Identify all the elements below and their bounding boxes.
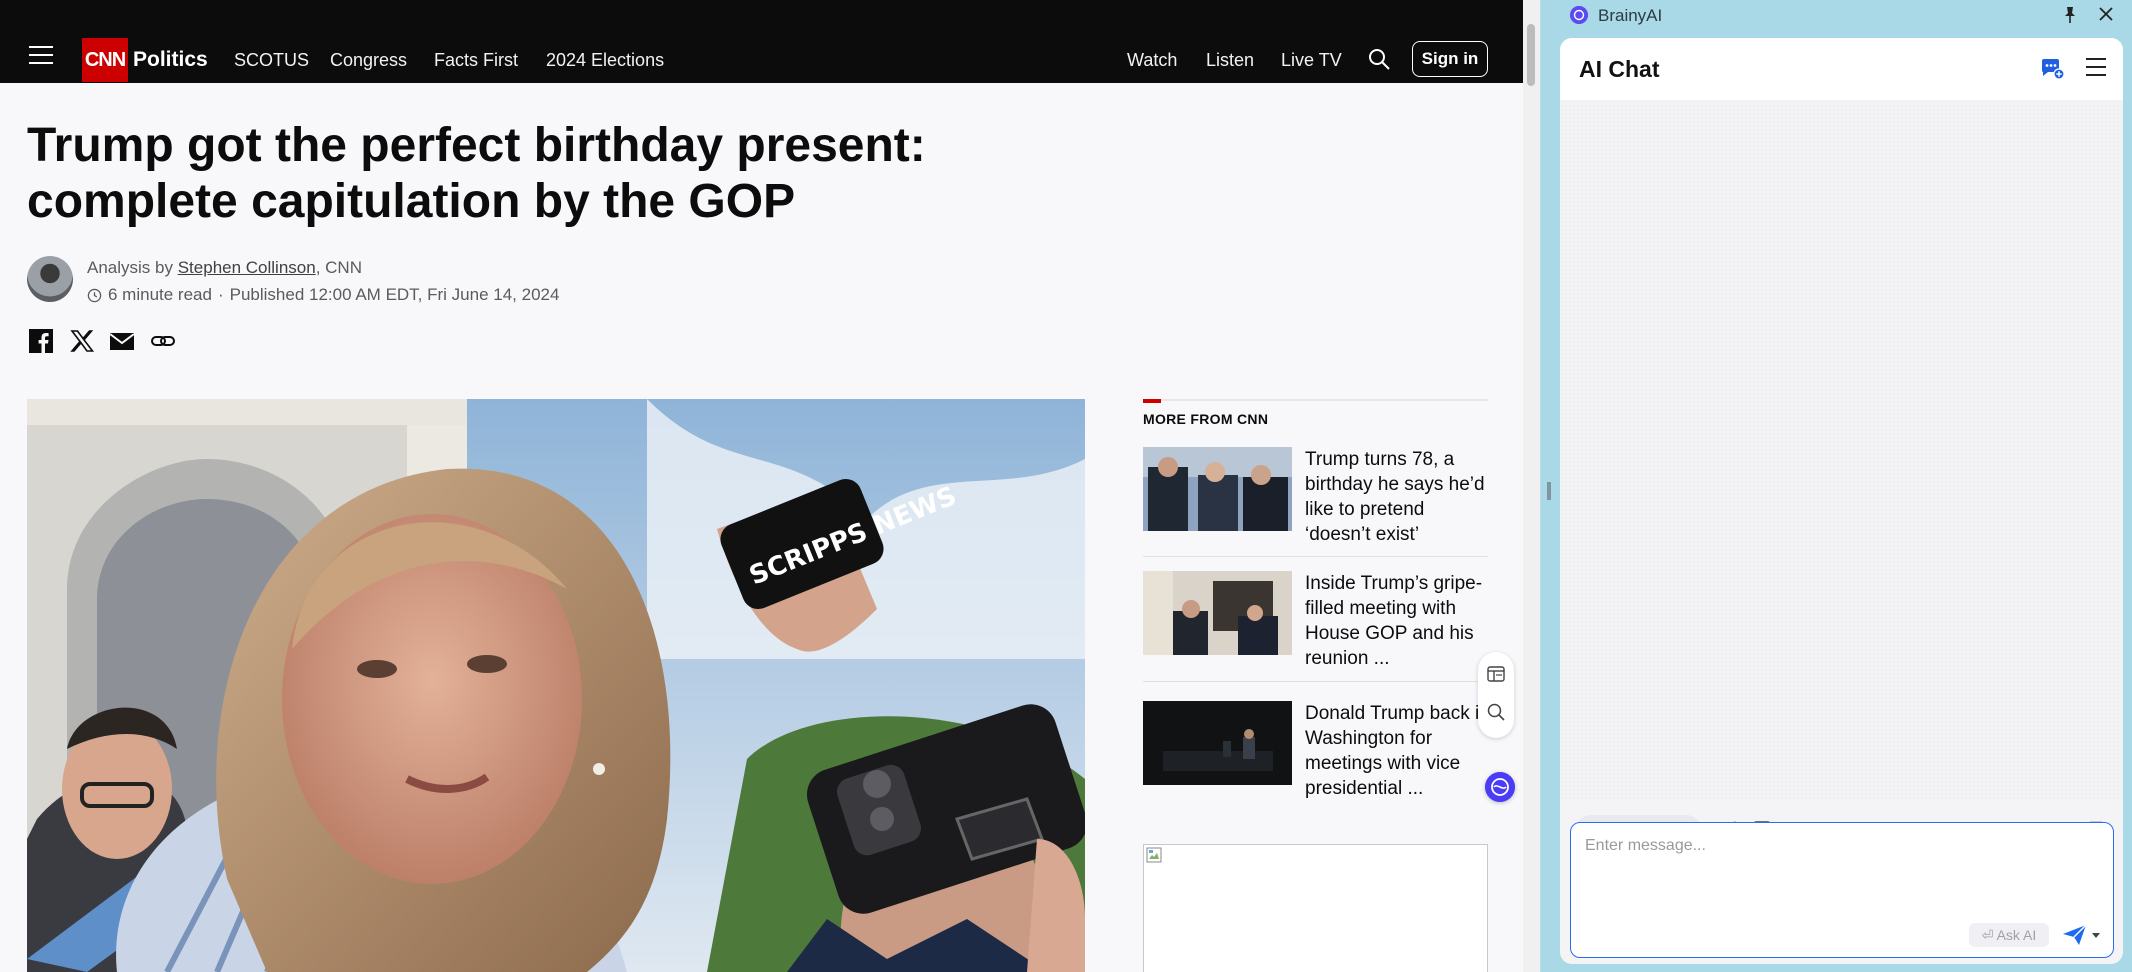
page-scrollbar[interactable] xyxy=(1523,0,1540,972)
article-meta: 6 minute read · Published 12:00 AM EDT, … xyxy=(87,285,559,305)
message-input[interactable] xyxy=(1585,837,2095,897)
more-from-divider xyxy=(1143,399,1488,401)
story-item[interactable]: Inside Trump’s gripe-filled meeting with… xyxy=(1143,571,1488,681)
chat-header: AI Chat xyxy=(1560,38,2123,100)
story-thumbnail[interactable] xyxy=(1143,701,1292,785)
panel-menu-icon[interactable] xyxy=(2086,58,2106,76)
new-chat-icon[interactable] xyxy=(2039,57,2065,81)
cnn-logo[interactable]: CNN xyxy=(82,38,128,82)
email-icon[interactable] xyxy=(109,328,135,354)
send-options-chevron-icon[interactable] xyxy=(2091,931,2101,939)
nav-link-scotus[interactable]: SCOTUS xyxy=(234,50,309,70)
nav-link-facts-first[interactable]: Facts First xyxy=(434,50,518,70)
story-separator xyxy=(1143,681,1488,682)
meta-separator: · xyxy=(217,285,224,304)
facebook-icon[interactable] xyxy=(28,328,54,354)
nav-link-live-tv[interactable]: Live TV xyxy=(1281,50,1342,70)
ad-placeholder[interactable] xyxy=(1143,844,1488,972)
clock-icon xyxy=(87,288,102,302)
read-time: 6 minute read xyxy=(108,285,212,304)
sign-in-button[interactable]: Sign in xyxy=(1412,41,1488,77)
close-icon[interactable] xyxy=(2098,6,2114,22)
byline-outlet: , CNN xyxy=(315,258,362,277)
cnn-page: CNN Politics SCOTUS Congress Facts First… xyxy=(0,0,1523,972)
hamburger-menu-icon[interactable] xyxy=(29,46,53,64)
search-icon[interactable] xyxy=(1367,47,1391,71)
nav-link-watch[interactable]: Watch xyxy=(1127,50,1177,70)
ask-ai-button[interactable]: ⏎ Ask AI xyxy=(1969,923,2049,947)
page-scroll-thumb[interactable] xyxy=(1527,24,1535,86)
story-title[interactable]: Donald Trump back in Washington for meet… xyxy=(1305,701,1490,801)
broken-image-icon xyxy=(1146,847,1162,863)
summarize-icon[interactable] xyxy=(1486,664,1506,684)
copy-link-icon[interactable] xyxy=(150,328,176,354)
byline: Analysis by Stephen Collinson, CNN xyxy=(87,258,362,278)
nav-link-congress[interactable]: Congress xyxy=(330,50,407,70)
nav-link-listen[interactable]: Listen xyxy=(1206,50,1254,70)
pin-icon[interactable] xyxy=(2062,6,2078,24)
chat-title: AI Chat xyxy=(1579,56,1660,82)
story-separator xyxy=(1143,556,1488,557)
nav-link-2024-elections[interactable]: 2024 Elections xyxy=(546,50,664,70)
top-nav: CNN Politics SCOTUS Congress Facts First… xyxy=(0,0,1523,83)
brainyai-launcher-icon[interactable] xyxy=(1485,772,1515,802)
author-link[interactable]: Stephen Collinson xyxy=(178,258,316,277)
more-from-accent xyxy=(1143,399,1161,403)
author-avatar[interactable] xyxy=(27,256,73,302)
article-headline: Trump got the perfect birthday present: … xyxy=(27,119,926,228)
story-title[interactable]: Inside Trump’s gripe-filled meeting with… xyxy=(1305,571,1490,671)
more-from-title: MORE FROM CNN xyxy=(1143,411,1269,427)
x-twitter-icon[interactable] xyxy=(69,328,95,354)
story-thumbnail[interactable] xyxy=(1143,447,1292,531)
chat-card: AI Chat Enter message... ⏎ Ask AI xyxy=(1560,38,2123,964)
story-thumbnail[interactable] xyxy=(1143,571,1292,655)
send-icon[interactable] xyxy=(2061,922,2089,948)
brainyai-logo-icon xyxy=(1570,6,1588,24)
hero-image[interactable]: SCRIPPS NEWS xyxy=(27,399,1085,972)
story-item[interactable]: Donald Trump back in Washington for meet… xyxy=(1143,701,1490,811)
published-date: Published 12:00 AM EDT, Fri June 14, 202… xyxy=(229,285,560,304)
panel-app-name: BrainyAI xyxy=(1598,6,1663,25)
story-item[interactable]: Trump turns 78, a birthday he says he’d … xyxy=(1143,447,1488,557)
chat-messages-area xyxy=(1560,100,2123,800)
resize-handle-icon[interactable] xyxy=(1547,482,1551,500)
byline-prefix: Analysis by xyxy=(87,258,173,277)
search-page-icon[interactable] xyxy=(1486,702,1506,722)
section-politics-link[interactable]: Politics xyxy=(133,48,208,72)
story-title[interactable]: Trump turns 78, a birthday he says he’d … xyxy=(1305,447,1490,547)
floating-tools xyxy=(1478,652,1514,738)
message-input-box[interactable]: ⏎ Ask AI xyxy=(1570,822,2114,958)
